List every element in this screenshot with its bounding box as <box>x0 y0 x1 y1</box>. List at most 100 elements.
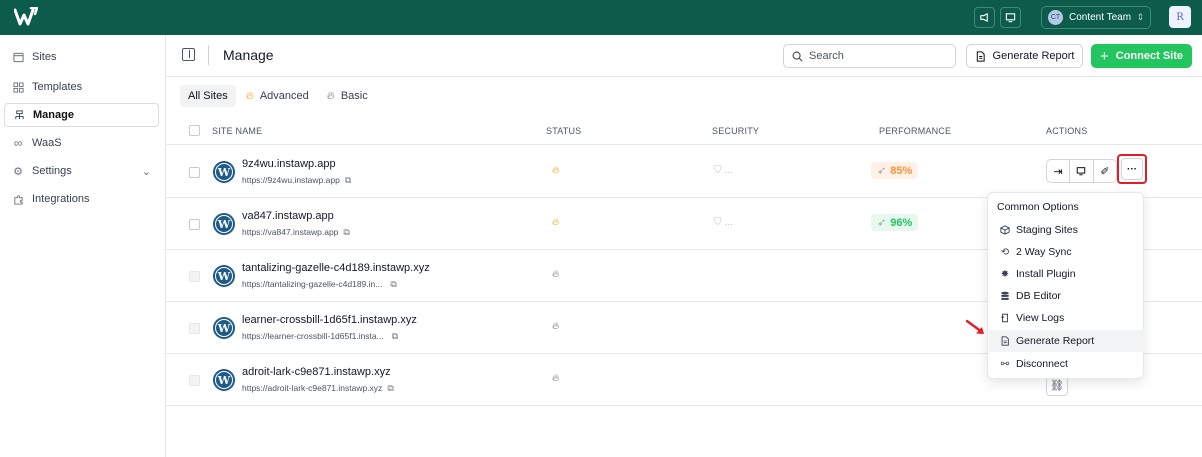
team-avatar: CT <box>1048 10 1063 25</box>
shield-icon: ⛉ <box>714 217 722 228</box>
site-url-text: https://learner-crossbill-1d65f1.insta..… <box>242 331 384 341</box>
col-site-name: SITE NAME <box>212 126 263 136</box>
site-url-text: https://adroit-lark-c9e871.instawp.xyz <box>242 383 383 393</box>
performance-badge: ➶ 96% <box>871 214 919 231</box>
menu-item-label: Generate Report <box>1016 335 1095 347</box>
status-flame-icon: 🔥︎ <box>552 165 560 176</box>
menu-item-label: DB Editor <box>1016 290 1061 302</box>
menu-item-label: 2 Way Sync <box>1016 246 1072 258</box>
tree-icon <box>13 109 25 121</box>
sidebar-item-waas[interactable]: ∞ WaaS <box>4 131 159 155</box>
plugin-gear-icon: ✸ <box>1000 268 1010 280</box>
visit-button[interactable] <box>1070 160 1094 182</box>
monitor-icon <box>1077 167 1086 176</box>
document-icon <box>999 336 1011 346</box>
feedback-button[interactable] <box>1000 7 1021 28</box>
row-checkbox[interactable] <box>189 219 200 230</box>
external-link-icon: ⧉ <box>344 175 352 185</box>
menu-item-staging-sites[interactable]: Staging Sites <box>989 219 1144 241</box>
user-avatar[interactable]: R <box>1169 6 1191 28</box>
link-icon: ⚯ <box>1000 358 1010 370</box>
site-url[interactable]: https://learner-crossbill-1d65f1.insta..… <box>242 331 398 342</box>
external-link-icon: ⧉ <box>390 279 397 289</box>
performance-value: 85% <box>890 164 913 177</box>
filter-advanced-label: Advanced <box>259 90 309 102</box>
instawp-logo[interactable] <box>14 7 38 27</box>
menu-item-label: Disconnect <box>1016 358 1068 370</box>
annotation-arrow-icon <box>965 319 984 334</box>
row-checkbox[interactable] <box>189 167 200 178</box>
row-actions: ⇥ ✐ <box>1046 159 1117 183</box>
cube-icon <box>999 225 1011 235</box>
infinity-icon: ∞ <box>13 136 23 150</box>
row-checkbox[interactable] <box>189 271 200 282</box>
site-name[interactable]: tantalizing-gazelle-c4d189.instawp.xyz <box>242 262 430 274</box>
external-link-icon: ⧉ <box>387 383 394 393</box>
more-options-button[interactable]: ··· <box>1121 158 1143 180</box>
connect-site-button[interactable]: + Connect Site <box>1091 44 1192 68</box>
grid-icon <box>12 81 24 93</box>
menu-item-disconnect[interactable]: ⚯ Disconnect <box>989 353 1144 375</box>
table-row[interactable]: W 9z4wu.instawp.app https://9z4wu.instaw… <box>166 146 1202 198</box>
magic-login-button[interactable]: ✐ <box>1094 160 1116 182</box>
generate-report-button[interactable]: Generate Report <box>966 44 1083 68</box>
sidebar-item-templates[interactable]: Templates <box>4 75 159 99</box>
select-all-checkbox[interactable] <box>189 125 200 136</box>
row-checkbox[interactable] <box>189 375 200 386</box>
site-url[interactable]: https://va847.instawp.app ⧉ <box>242 227 350 238</box>
security-value: ... <box>724 165 733 176</box>
team-name: Content Team <box>1069 12 1132 23</box>
site-name[interactable]: va847.instawp.app <box>242 210 334 222</box>
top-bar: CT Content Team ⇕ R <box>0 0 1202 35</box>
site-url[interactable]: https://adroit-lark-c9e871.instawp.xyz ⧉ <box>242 383 394 394</box>
filter-basic[interactable]: 🔥︎ Basic <box>319 85 376 107</box>
row-checkbox[interactable] <box>189 323 200 334</box>
external-link-icon: ⧉ <box>343 227 350 237</box>
sidebar-item-label: Integrations <box>32 193 90 205</box>
sidebar-item-label: Sites <box>32 51 57 63</box>
site-url[interactable]: https://9z4wu.instawp.app ⧉ <box>242 175 351 186</box>
search-box[interactable] <box>783 44 956 68</box>
menu-item-generate-report[interactable]: Generate Report <box>989 330 1144 352</box>
menu-item-view-logs[interactable]: View Logs <box>989 307 1144 329</box>
common-options-menu: Common Options Staging Sites ⟲ 2 Way Syn… <box>987 192 1144 379</box>
page-header: Manage Generate Report + Connect Site <box>166 35 1202 77</box>
wand-icon: ✐ <box>1100 165 1110 178</box>
wordpress-icon: W <box>213 317 235 339</box>
site-name[interactable]: 9z4wu.instawp.app <box>242 158 336 170</box>
sync-icon: ⟲ <box>1000 246 1010 258</box>
performance-badge: ➶ 85% <box>871 162 919 179</box>
filter-basic-label: Basic <box>340 90 368 102</box>
puzzle-icon <box>12 193 24 205</box>
toggle-sidebar-icon[interactable] <box>182 48 195 61</box>
login-icon: ⇥ <box>1053 165 1063 178</box>
menu-item-2-way-sync[interactable]: ⟲ 2 Way Sync <box>989 241 1144 263</box>
external-link-icon: ⧉ <box>391 331 399 341</box>
sidebar-item-label: Manage <box>33 109 74 121</box>
sidebar-item-settings[interactable]: ⚙ Settings ⌄ <box>4 159 159 183</box>
flame-icon: 🔥︎ <box>245 89 254 102</box>
team-switcher[interactable]: CT Content Team ⇕ <box>1041 6 1151 29</box>
sidebar-item-manage[interactable]: Manage <box>4 103 159 127</box>
monitor-icon <box>1005 13 1016 23</box>
filter-advanced[interactable]: 🔥︎ Advanced <box>238 85 317 107</box>
login-button[interactable]: ⇥ <box>1047 160 1071 182</box>
generate-report-label: Generate Report <box>992 50 1075 62</box>
sidebar-item-sites[interactable]: Sites <box>4 45 159 69</box>
menu-item-label: View Logs <box>1016 312 1065 324</box>
site-url[interactable]: https://tantalizing-gazelle-c4d189.in...… <box>242 279 397 290</box>
search-input[interactable] <box>809 50 949 62</box>
gear-icon: ⚙ <box>13 165 23 178</box>
menu-item-install-plugin[interactable]: ✸ Install Plugin <box>989 263 1144 285</box>
filter-all-sites[interactable]: All Sites <box>180 85 236 107</box>
table-header: SITE NAME STATUS SECURITY PERFORMANCE AC… <box>166 117 1202 145</box>
search-icon <box>792 51 803 62</box>
sidebar-item-integrations[interactable]: Integrations <box>4 187 159 211</box>
flame-outline-icon: 🔥︎ <box>326 89 335 102</box>
site-name[interactable]: learner-crossbill-1d65f1.instawp.xyz <box>242 314 417 326</box>
menu-item-db-editor[interactable]: DB Editor <box>989 285 1144 307</box>
sidebar-item-label: WaaS <box>32 137 62 149</box>
site-name[interactable]: adroit-lark-c9e871.instawp.xyz <box>242 366 391 378</box>
status-flame-icon: 🔥︎ <box>552 217 560 228</box>
announcement-button[interactable] <box>974 7 995 28</box>
